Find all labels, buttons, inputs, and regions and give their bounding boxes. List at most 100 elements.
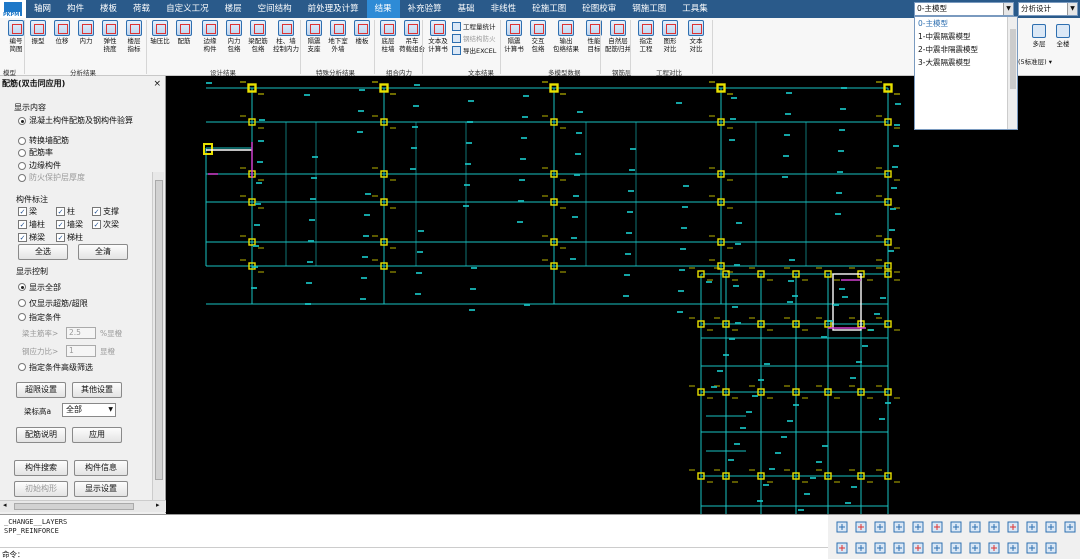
rebar-annotation[interactable]	[733, 285, 739, 287]
rebar-annotation[interactable]	[888, 250, 894, 252]
rebar-annotation[interactable]	[868, 329, 874, 331]
rebar-annotation[interactable]	[465, 163, 471, 165]
rebar-annotation[interactable]	[251, 287, 257, 289]
member-checkbox[interactable]: ✓ 墙梁	[56, 219, 83, 230]
drawing-canvas[interactable]	[166, 76, 1021, 514]
font-decrease-icon[interactable]	[872, 540, 888, 556]
member-checkbox[interactable]: ✓ 梯梁	[18, 232, 45, 243]
chevron-down-icon[interactable]: ▼	[1003, 3, 1013, 15]
rebar-annotation[interactable]	[838, 150, 844, 152]
rebar-annotation[interactable]	[520, 158, 526, 160]
ribbon-button[interactable]: 配筋	[172, 20, 196, 45]
checkbox-icon[interactable]: ✓	[18, 220, 27, 229]
ribbon-button[interactable]: 自然层 配筋归并	[605, 20, 631, 53]
menu-tab[interactable]: 前处理及计算	[300, 0, 367, 18]
rebar-annotation[interactable]	[306, 282, 312, 284]
selected-frame[interactable]	[832, 273, 862, 331]
rebar-annotation[interactable]	[677, 311, 683, 313]
rebar-annotation[interactable]	[683, 185, 689, 187]
rebar-annotation[interactable]	[837, 171, 843, 173]
rebar-annotation[interactable]	[845, 502, 851, 504]
rebar-annotation[interactable]	[717, 370, 723, 372]
member-checkbox[interactable]: ✓ 柱	[56, 206, 75, 217]
rebar-description-button[interactable]: 配筋说明	[16, 427, 66, 443]
dropdown-option[interactable]: 0-主模型	[915, 17, 1017, 30]
control-option-radio[interactable]: 仅显示超筋/超限	[18, 298, 88, 309]
text-color-icon[interactable]	[891, 540, 907, 556]
panel-horizontal-scrollbar[interactable]: ◂ ▸	[0, 500, 166, 512]
checkbox-icon[interactable]: ✓	[56, 207, 65, 216]
rebar-annotation[interactable]	[206, 82, 212, 84]
rebar-annotation[interactable]	[730, 118, 736, 120]
ribbon-button[interactable]: 全楼	[1056, 24, 1070, 48]
rebar-annotation[interactable]	[466, 142, 472, 144]
other-settings-button[interactable]: 其他设置	[72, 382, 122, 398]
rebar-annotation[interactable]	[735, 322, 741, 324]
scroll-thumb[interactable]	[1010, 29, 1016, 89]
rebar-annotation[interactable]	[360, 298, 366, 300]
rebar-annotation[interactable]	[732, 306, 738, 308]
rebar-annotation[interactable]	[625, 253, 631, 255]
radio-icon[interactable]	[18, 174, 26, 182]
radio-icon[interactable]	[18, 299, 26, 307]
rebar-annotation[interactable]	[412, 126, 418, 128]
rebar-annotation[interactable]	[308, 240, 314, 242]
menu-tab[interactable]: 砼图校审	[574, 0, 624, 18]
ribbon-button[interactable]: 输出 包络结果	[553, 20, 579, 53]
rebar-annotation[interactable]	[411, 147, 417, 149]
pdf-icon[interactable]	[1043, 540, 1059, 556]
rebar-annotation[interactable]	[362, 256, 368, 258]
rebar-annotation[interactable]	[575, 153, 581, 155]
rebar-annotation[interactable]	[781, 436, 787, 438]
dropdown-option[interactable]: 3-大震隔震模型	[915, 56, 1017, 69]
rebar-annotation[interactable]	[769, 468, 775, 470]
rebar-annotation[interactable]	[676, 102, 682, 104]
rebar-annotation[interactable]	[254, 224, 260, 226]
rebar-annotation[interactable]	[524, 304, 530, 306]
rebar-annotation[interactable]	[827, 320, 833, 322]
export-icon[interactable]	[1005, 540, 1021, 556]
rebar-annotation[interactable]	[792, 295, 798, 297]
rebar-annotation[interactable]	[804, 493, 810, 495]
rebar-annotation[interactable]	[410, 168, 416, 170]
beam-ratio-input[interactable]: 2.5	[66, 327, 96, 339]
front-view-icon[interactable]	[834, 519, 850, 535]
rebar-annotation[interactable]	[363, 235, 369, 237]
rebar-annotation[interactable]	[798, 509, 804, 511]
radio-icon[interactable]	[18, 313, 26, 321]
swap-icon[interactable]	[967, 540, 983, 556]
scroll-left-icon[interactable]: ◂	[3, 501, 7, 509]
rebar-annotation[interactable]	[839, 288, 845, 290]
ribbon-button[interactable]: 图形 对比	[658, 20, 682, 53]
measure-icon[interactable]	[1062, 519, 1078, 535]
rebar-annotation[interactable]	[623, 295, 629, 297]
rebar-annotation[interactable]	[359, 89, 365, 91]
rebar-annotation[interactable]	[629, 169, 635, 171]
top-view-icon[interactable]	[910, 519, 926, 535]
rebar-annotation[interactable]	[764, 363, 770, 365]
menu-tab[interactable]: 构件	[59, 0, 92, 18]
model-select[interactable]: 0-主模型 ▼	[914, 2, 1014, 16]
rebar-annotation[interactable]	[574, 174, 580, 176]
rebar-annotation[interactable]	[816, 461, 822, 463]
rebar-annotation[interactable]	[626, 232, 632, 234]
member-checkbox[interactable]: ✓ 梁	[18, 206, 37, 217]
rebar-annotation[interactable]	[522, 116, 528, 118]
rebar-annotation[interactable]	[415, 293, 421, 295]
ribbon-small-button[interactable]: 钢结构防火	[452, 33, 496, 43]
advanced-filter-radio[interactable]: 指定条件高级筛选	[18, 362, 93, 373]
checkbox-icon[interactable]: ✓	[18, 233, 27, 242]
rebar-annotation[interactable]	[310, 198, 316, 200]
rebar-annotation[interactable]	[783, 155, 789, 157]
rebar-annotation[interactable]	[307, 261, 313, 263]
ribbon-button[interactable]: 位移	[50, 20, 74, 45]
radio-icon[interactable]	[18, 149, 26, 157]
rebar-annotation[interactable]	[305, 303, 311, 305]
ribbon-button[interactable]: 交互 包络	[526, 20, 550, 53]
dropdown-option[interactable]: 1-中震隔震模型	[915, 30, 1017, 43]
radio-icon[interactable]	[18, 363, 26, 371]
zoom-window-icon[interactable]	[986, 519, 1002, 535]
rebar-annotation[interactable]	[840, 108, 846, 110]
rebar-annotation[interactable]	[312, 156, 318, 158]
rebar-annotation[interactable]	[413, 105, 419, 107]
